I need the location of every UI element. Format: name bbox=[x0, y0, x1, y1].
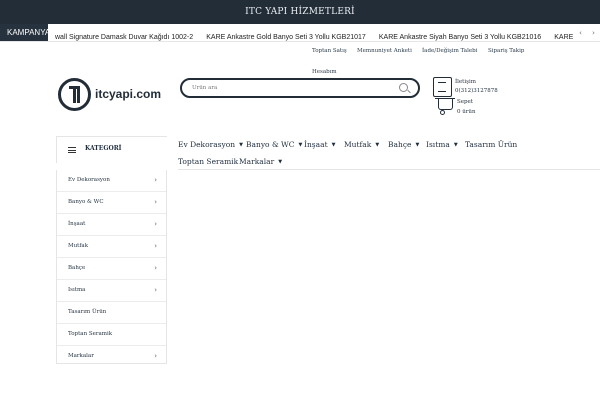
search-input[interactable] bbox=[192, 82, 392, 94]
sidebar-item-label: Tasarım Ürün bbox=[68, 309, 107, 315]
phone-icon bbox=[433, 77, 452, 97]
sidebar-item-label: Markalar bbox=[68, 353, 94, 359]
caret-down-icon: ▼ bbox=[239, 142, 243, 148]
logo-text: itcyapi.com bbox=[95, 87, 162, 101]
nav-item-isitma[interactable]: Isıtma ▼ bbox=[426, 140, 458, 149]
category-title: KATEGORİ bbox=[85, 145, 122, 152]
nav-label: Markalar bbox=[239, 157, 275, 166]
sidebar-item-label: Isıtma bbox=[68, 287, 86, 293]
sidebar-item-markalar[interactable]: Markalar › bbox=[57, 346, 166, 368]
nav-label: Toptan Seramik bbox=[178, 157, 239, 166]
cart-title: Sepet bbox=[457, 99, 474, 105]
campaign-item[interactable]: KARE Ankastre Gold Banyo Seti 3 Yollu KG… bbox=[206, 29, 366, 41]
campaign-item[interactable]: wall Signature Damask Duvar Kağıdı 1002-… bbox=[55, 29, 193, 41]
sidebar-item-insaat[interactable]: İnşaat › bbox=[57, 214, 166, 236]
nav-label: Bahçe bbox=[388, 140, 412, 149]
nav-item-mutfak[interactable]: Mutfak ▼ bbox=[344, 140, 379, 149]
nav-label: İnşaat bbox=[304, 140, 328, 149]
toplink-toptan-satis[interactable]: Toptan Satış bbox=[312, 45, 347, 57]
sidebar-item-label: İnşaat bbox=[68, 221, 86, 227]
nav-item-insaat[interactable]: İnşaat ▼ bbox=[304, 140, 335, 149]
chevron-right-icon: › bbox=[154, 286, 157, 294]
search-box bbox=[180, 78, 420, 98]
caret-down-icon: ▼ bbox=[375, 142, 380, 148]
campaign-label: KAMPANYA bbox=[0, 24, 50, 41]
sidebar-item-toptan-seramik[interactable]: Toptan Seramik bbox=[57, 324, 166, 346]
sidebar-item-banyo-wc[interactable]: Banyo & WC › bbox=[57, 192, 166, 214]
nav-item-markalar[interactable]: Markalar ▼ bbox=[239, 157, 282, 166]
nav-label: Mutfak bbox=[344, 140, 372, 149]
chevron-left-icon[interactable]: ‹ bbox=[579, 29, 582, 37]
nav-label: Tasarım Ürün bbox=[465, 140, 518, 149]
toplink-hesabim[interactable]: Hesabım bbox=[312, 66, 337, 78]
chevron-right-icon[interactable]: › bbox=[592, 29, 595, 37]
campaign-ticker: KAMPANYA wall Signature Damask Duvar Kağ… bbox=[0, 24, 600, 41]
sidebar-item-label: Bahçe bbox=[68, 265, 86, 271]
nav-item-toptan-seramik[interactable]: Toptan Seramik bbox=[178, 157, 238, 166]
main-nav: Ev Dekorasyon ▼ Banyo & WC ▼ İnşaat ▼ Mutfa… bbox=[178, 140, 578, 172]
campaign-item[interactable]: KARE Ankastre Banyo Seti 2 Yollu bbox=[554, 29, 574, 41]
sidebar-item-mutfak[interactable]: Mutfak › bbox=[57, 236, 166, 258]
nav-label: Banyo & WC bbox=[246, 140, 295, 149]
caret-down-icon: ▼ bbox=[298, 142, 303, 148]
toplink-memnuniyet-anketi[interactable]: Memnuniyet Anketi bbox=[357, 45, 412, 57]
topbar-title: ITC YAPI HİZMETLERİ bbox=[245, 7, 355, 17]
site-topbar: ITC YAPI HİZMETLERİ bbox=[0, 0, 600, 24]
chevron-right-icon: › bbox=[154, 264, 157, 272]
cart-count: 0 ürün bbox=[457, 109, 476, 115]
contact-phone: 0(312)3127878 bbox=[455, 88, 498, 94]
category-header[interactable]: KATEGORİ bbox=[56, 136, 167, 163]
header-divider bbox=[0, 41, 600, 42]
nav-item-banyo-wc[interactable]: Banyo & WC ▼ bbox=[246, 140, 302, 149]
sidebar-item-label: Ev Dekorasyon bbox=[68, 177, 110, 183]
cart-icon bbox=[435, 98, 455, 115]
category-sidebar: Ev Dekorasyon › Banyo & WC › İnşaat › Mu… bbox=[56, 170, 167, 364]
logo-icon bbox=[58, 77, 91, 111]
nav-divider bbox=[178, 169, 600, 170]
sidebar-item-ev-dekorasyon[interactable]: Ev Dekorasyon › bbox=[57, 170, 166, 192]
cart-summary[interactable]: Sepet 0 ürün bbox=[435, 98, 508, 120]
sidebar-item-tasarim-urun[interactable]: Tasarım Ürün bbox=[57, 302, 166, 324]
sidebar-item-isitma[interactable]: Isıtma › bbox=[57, 280, 166, 302]
nav-item-tasarim-urun[interactable]: Tasarım Ürün bbox=[465, 140, 517, 149]
chevron-right-icon: › bbox=[154, 220, 157, 228]
site-logo[interactable]: itcyapi.com bbox=[58, 77, 162, 111]
sidebar-item-label: Mutfak bbox=[68, 243, 89, 249]
sidebar-item-label: Toptan Seramik bbox=[68, 331, 113, 337]
campaign-controls: ‹ › bbox=[574, 24, 600, 41]
caret-down-icon: ▼ bbox=[415, 142, 420, 148]
toplink-iade-degisim[interactable]: İade/Değişim Talebi bbox=[422, 45, 477, 57]
menu-icon bbox=[68, 147, 76, 153]
contact-title: İletişim bbox=[455, 79, 476, 85]
campaign-item[interactable]: KARE Ankastre Siyah Banyo Seti 3 Yollu K… bbox=[379, 29, 541, 41]
sidebar-item-label: Banyo & WC bbox=[68, 199, 104, 205]
nav-item-ev-dekorasyon[interactable]: Ev Dekorasyon ▼ bbox=[178, 140, 243, 149]
campaign-track: wall Signature Damask Duvar Kağıdı 1002-… bbox=[48, 24, 574, 41]
nav-label: Ev Dekorasyon bbox=[178, 140, 236, 149]
nav-item-bahce[interactable]: Bahçe ▼ bbox=[388, 140, 419, 149]
search-icon[interactable] bbox=[399, 83, 408, 92]
sidebar-item-bahce[interactable]: Bahçe › bbox=[57, 258, 166, 280]
caret-down-icon: ▼ bbox=[453, 142, 458, 148]
caret-down-icon: ▼ bbox=[278, 159, 283, 165]
chevron-right-icon: › bbox=[154, 198, 157, 206]
chevron-right-icon: › bbox=[154, 176, 157, 184]
toplink-siparis-takip[interactable]: Sipariş Takip bbox=[488, 45, 524, 57]
chevron-right-icon: › bbox=[154, 242, 157, 250]
chevron-right-icon: › bbox=[154, 352, 157, 360]
caret-down-icon: ▼ bbox=[331, 142, 336, 148]
nav-label: Isıtma bbox=[426, 140, 450, 149]
